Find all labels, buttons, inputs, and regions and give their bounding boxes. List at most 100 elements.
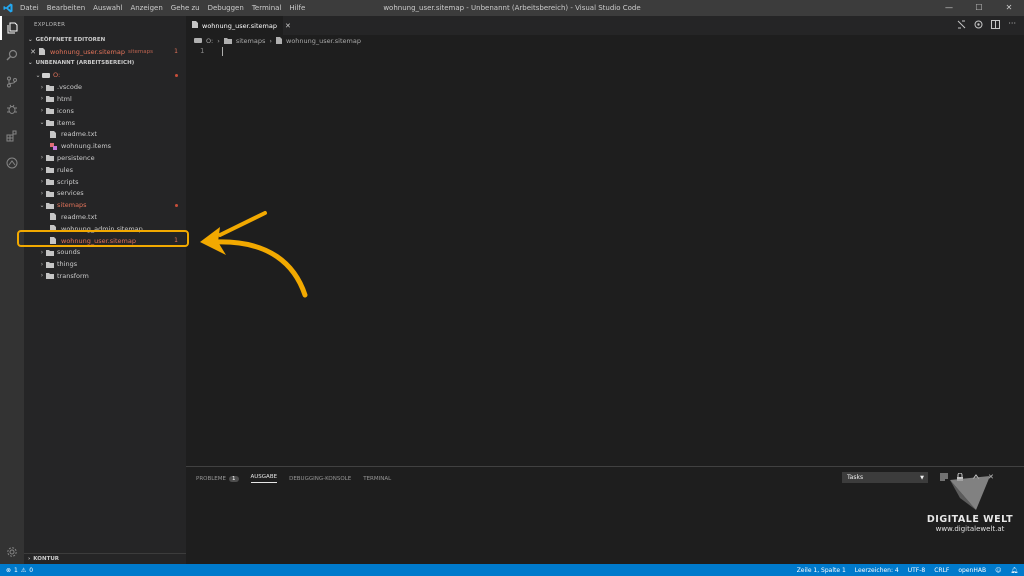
breadcrumb-folder[interactable]: sitemaps [236, 37, 266, 45]
tree-item-html[interactable]: › html [24, 93, 186, 105]
extensions-icon[interactable] [0, 124, 24, 148]
chevron-right-icon: › [28, 556, 31, 562]
file-icon [50, 213, 58, 221]
maximize-button[interactable]: ☐ [964, 0, 994, 16]
workspace-header[interactable]: ⌄ UNBENANNT (ARBEITSBEREICH) [24, 58, 134, 69]
cursor-position[interactable]: Zeile 1, Spalte 1 [797, 567, 846, 574]
chevron-right-icon: › [40, 272, 44, 280]
feedback-icon[interactable]: ☺ [995, 567, 1001, 574]
open-editors-header[interactable]: ⌄ GEÖFFNETE EDITOREN [24, 35, 105, 46]
chevron-down-icon: ⌄ [28, 37, 33, 43]
tree-item-label: icons [57, 106, 74, 115]
tree-item-sitemaps[interactable]: ⌄ sitemaps [24, 199, 186, 211]
problem-count-badge: 1 [174, 48, 178, 56]
menu-bearbeiten[interactable]: Bearbeiten [43, 0, 89, 16]
highlight-box [17, 230, 189, 247]
tree-item-rules[interactable]: › rules [24, 164, 186, 176]
window-controls: — ☐ ✕ [934, 0, 1024, 16]
language-mode[interactable]: openHAB [958, 567, 986, 574]
source-control-icon[interactable] [0, 70, 24, 94]
encoding[interactable]: UTF-8 [908, 567, 926, 574]
menu-terminal[interactable]: Terminal [248, 0, 286, 16]
tree-item-vscode[interactable]: › .vscode [24, 81, 186, 93]
explorer-sidebar: EXPLORER ⌄ GEÖFFNETE EDITOREN ✕ wohnung_… [24, 16, 186, 564]
open-editors-label: GEÖFFNETE EDITOREN [35, 37, 106, 43]
status-right-items: Zeile 1, Spalte 1 Leerzeichen: 4 UTF-8 C… [797, 567, 1024, 574]
remote-icon[interactable] [0, 151, 24, 175]
tree-root[interactable]: ⌄ O: [24, 70, 186, 82]
tab-debug-console[interactable]: DEBUGGING-KONSOLE [289, 476, 351, 482]
folder-icon [46, 84, 54, 91]
tree-item-wohnung-items[interactable]: wohnung.items [24, 140, 186, 152]
tree-item-items[interactable]: ⌄ items [24, 117, 186, 129]
tree-item-readme[interactable]: readme.txt [24, 211, 186, 223]
tree-item-persistence[interactable]: › persistence [24, 152, 186, 164]
chevron-right-icon: › [40, 248, 44, 256]
chevron-down-icon: ⌄ [35, 71, 41, 79]
outline-section-header[interactable]: › KONTUR [24, 553, 186, 564]
tree-item-readme[interactable]: readme.txt [24, 129, 186, 141]
activity-bar [0, 16, 24, 564]
open-editor-folder: sitemaps [127, 48, 154, 55]
menu-gehe-zu[interactable]: Gehe zu [167, 0, 204, 16]
chevron-right-icon: › [217, 37, 220, 45]
breadcrumb-file[interactable]: wohnung_user.sitemap [286, 37, 361, 45]
tree-item-services[interactable]: › services [24, 188, 186, 200]
tab-problems[interactable]: PROBLEME 1 [196, 475, 239, 482]
tree-root-label: O: [53, 71, 61, 80]
menu-anzeigen[interactable]: Anzeigen [126, 0, 166, 16]
indentation[interactable]: Leerzeichen: 4 [855, 567, 899, 574]
line-ending[interactable]: CRLF [934, 567, 949, 574]
chevron-right-icon: › [40, 83, 44, 91]
tab-output[interactable]: AUSGABE [250, 474, 278, 483]
tree-item-icons[interactable]: › icons [24, 105, 186, 117]
minimize-button[interactable]: — [934, 0, 964, 16]
tree-item-things[interactable]: › things [24, 258, 186, 270]
close-window-button[interactable]: ✕ [994, 0, 1024, 16]
more-actions-icon[interactable]: ··· [1008, 20, 1016, 31]
output-channel-select[interactable]: Tasks ▼ [842, 472, 928, 483]
compare-icon[interactable] [957, 20, 966, 31]
tab-terminal[interactable]: TERMINAL [363, 476, 391, 482]
split-editor-icon[interactable] [991, 20, 1001, 31]
tree-item-label: things [57, 260, 78, 269]
tree-item-label: transform [57, 271, 89, 280]
editor-text-area[interactable] [206, 47, 1024, 465]
folder-icon [46, 261, 54, 268]
error-count: 1 [14, 566, 18, 574]
menu-datei[interactable]: Datei [16, 0, 43, 16]
tree-item-label: .vscode [57, 83, 82, 92]
open-editor-item[interactable]: ✕ wohnung_user.sitemap sitemaps 1 [24, 46, 186, 58]
open-editor-filename: wohnung_user.sitemap [50, 47, 125, 56]
watermark-logo-icon [950, 476, 990, 510]
explorer-icon[interactable] [0, 16, 24, 40]
tree-item-transform[interactable]: › transform [24, 270, 186, 282]
folder-icon [46, 190, 54, 197]
menu-auswahl[interactable]: Auswahl [89, 0, 126, 16]
close-icon[interactable]: ✕ [24, 48, 36, 56]
workspace-label: UNBENANNT (ARBEITSBEREICH) [35, 60, 135, 66]
preview-icon[interactable] [974, 20, 983, 31]
status-problems[interactable]: ⊗ 1 ⚠ 0 [6, 567, 33, 574]
bottom-panel: PROBLEME 1 AUSGABE DEBUGGING-KONSOLE TERM… [186, 466, 1024, 564]
menu-debuggen[interactable]: Debuggen [204, 0, 248, 16]
chevron-down-icon: ⌄ [39, 119, 45, 127]
search-icon[interactable] [0, 43, 24, 67]
debug-icon[interactable] [0, 97, 24, 121]
tab-wohnung-user-sitemap[interactable]: wohnung_user.sitemap ✕ [186, 16, 291, 35]
tree-item-scripts[interactable]: › scripts [24, 176, 186, 188]
tab-label: wohnung_user.sitemap [202, 21, 277, 30]
close-icon[interactable]: ✕ [285, 22, 291, 30]
menu-hilfe[interactable]: Hilfe [285, 0, 309, 16]
breadcrumb-root[interactable]: O: [206, 37, 213, 45]
folder-icon [46, 178, 54, 186]
folder-icon [46, 95, 54, 103]
gear-icon[interactable] [0, 540, 24, 564]
chevron-down-icon: ⌄ [28, 60, 33, 66]
tree-item-label: persistence [57, 153, 95, 162]
menu-bar: Datei Bearbeiten Auswahl Anzeigen Gehe z… [16, 0, 309, 16]
outline-label: KONTUR [33, 556, 60, 562]
watermark-title: DIGITALE WELT [926, 514, 1014, 525]
bell-icon[interactable]: 🔔︎ [1010, 567, 1018, 574]
tree-item-sounds[interactable]: › sounds [24, 247, 186, 259]
